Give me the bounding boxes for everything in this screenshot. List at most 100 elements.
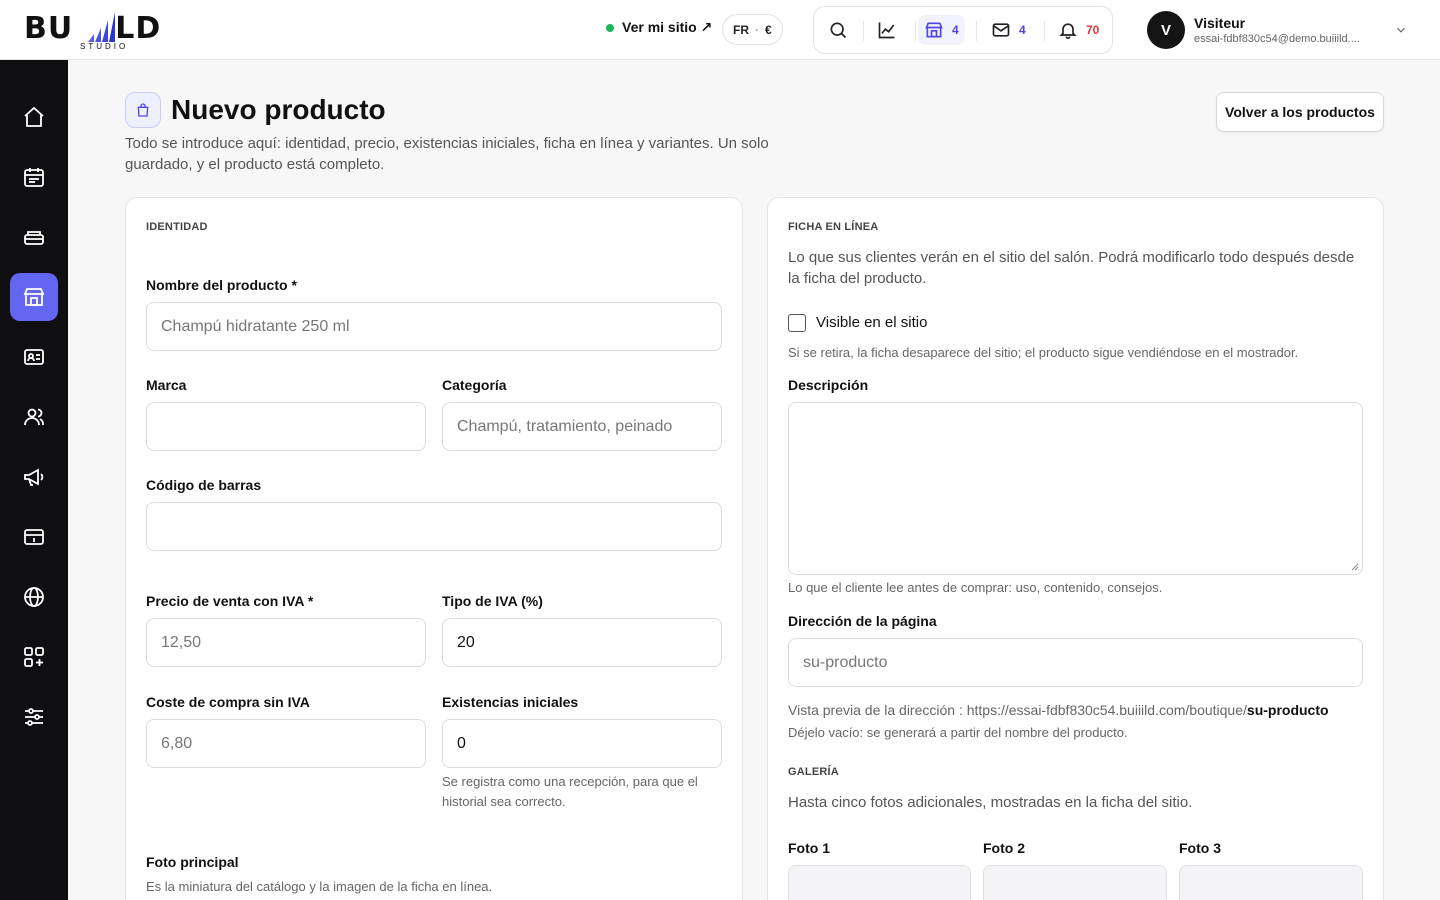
identity-card: IDENTIDAD Nombre del producto * Champú h… (125, 197, 743, 900)
stats-button[interactable] (877, 15, 897, 45)
visible-on-site-checkbox[interactable] (788, 314, 806, 332)
sale-price-input[interactable]: 12,50 (146, 618, 426, 667)
apps-icon (24, 647, 44, 667)
purchase-cost-label: Coste de compra sin IVA (146, 694, 310, 710)
visible-on-site-label[interactable]: Visible en el sitio (816, 314, 927, 331)
page-address-placeholder: su-producto (803, 653, 888, 671)
home-icon (24, 106, 44, 127)
currency-label: € (765, 22, 772, 37)
logo-bars-icon (88, 12, 115, 42)
address-preview-slug: su-producto (1246, 702, 1329, 718)
logo[interactable]: BU LD STUDIO (24, 8, 184, 52)
bell-icon (1059, 23, 1077, 40)
view-site-label: Ver mi sitio ↗ (622, 19, 713, 35)
description-textarea[interactable] (788, 402, 1363, 575)
chevron-down-icon[interactable] (1394, 23, 1408, 37)
category-input[interactable]: Champú, tratamiento, peinado (442, 402, 722, 451)
notifications-count-badge: 70 (1086, 23, 1100, 37)
initial-stock-value: 0 (457, 734, 466, 752)
user-name: Visiteur (1194, 15, 1246, 31)
chart-icon (878, 22, 895, 39)
users-icon (24, 408, 44, 426)
brand-label: Marca (146, 377, 187, 393)
mail-icon (992, 23, 1010, 37)
sale-price-placeholder: 12,50 (161, 633, 202, 651)
vat-rate-label: Tipo de IVA (%) (442, 593, 543, 609)
sale-price-label: Precio de venta con IVA * (146, 593, 314, 609)
section-title-gallery: GALERÍA (788, 766, 839, 778)
user-menu[interactable]: V Visiteur essai-fdbf830c54@demo.buiiild… (1147, 11, 1360, 49)
avatar: V (1147, 11, 1185, 49)
purchase-cost-input[interactable]: 6,80 (146, 719, 426, 768)
store-icon (23, 288, 45, 306)
sidebar-item-services[interactable] (10, 213, 58, 261)
vat-rate-value: 20 (457, 633, 475, 651)
resize-handle-icon[interactable] (1351, 563, 1359, 571)
address-preview: Vista previa de la dirección : https://e… (788, 700, 1378, 720)
sidebar-item-team[interactable] (10, 393, 58, 441)
toolbar: 4 4 70 (813, 6, 1113, 54)
product-name-label: Nombre del producto * (146, 277, 297, 293)
section-title-identity: IDENTIDAD (146, 221, 208, 233)
initial-stock-help: Se registra como una recepción, para que… (442, 774, 698, 809)
section-title-online-listing: FICHA EN LÍNEA (788, 221, 879, 233)
payment-icon (24, 529, 44, 545)
view-site-link[interactable]: Ver mi sitio ↗ (606, 19, 712, 36)
product-name-input[interactable]: Champú hidratante 250 ml (146, 302, 722, 351)
settings-sliders-icon (25, 708, 43, 726)
online-status-dot (606, 23, 614, 32)
sidebar (0, 60, 68, 900)
online-listing-card: FICHA EN LÍNEA Lo que sus clientes verán… (767, 197, 1384, 900)
page-address-help: Déjelo vacío: se generará a partir del n… (788, 725, 1128, 740)
barcode-input[interactable] (146, 502, 722, 551)
page-address-label: Dirección de la página (788, 613, 937, 629)
main-photo-label: Foto principal (146, 854, 239, 870)
page-address-input[interactable]: su-producto (788, 638, 1363, 687)
language-currency-selector[interactable]: FR · € (722, 14, 783, 45)
sidebar-item-clients[interactable] (10, 333, 58, 381)
calendar-icon (24, 168, 44, 187)
page-description: Todo se introduce aquí: identidad, preci… (125, 135, 769, 173)
page-title: Nuevo producto (171, 94, 386, 125)
separator: · (755, 22, 759, 37)
address-preview-prefix: Vista previa de la dirección : https://e… (788, 702, 1247, 718)
logo-subtitle: STUDIO (80, 42, 129, 51)
shopping-bag-icon (137, 103, 149, 117)
sidebar-item-calendar[interactable] (10, 153, 58, 201)
page-icon (125, 92, 161, 128)
globe-icon (24, 587, 44, 607)
gallery-help: Hasta cinco fotos adicionales, mostradas… (788, 794, 1193, 811)
sidebar-item-settings[interactable] (10, 693, 58, 741)
messages-button[interactable]: 4 (991, 15, 1026, 45)
gallery-photo-2-label: Foto 2 (983, 840, 1025, 856)
barcode-label: Código de barras (146, 477, 262, 493)
main-photo-help: Es la miniatura del catálogo y la imagen… (146, 879, 493, 894)
messages-count-badge: 4 (1019, 23, 1026, 37)
user-email: essai-fdbf830c54@demo.buiiild.... (1194, 33, 1360, 45)
sidebar-item-shop[interactable] (10, 273, 58, 321)
sidebar-item-apps[interactable] (10, 633, 58, 681)
sidebar-item-home[interactable] (10, 93, 58, 141)
notifications-button[interactable]: 70 (1058, 15, 1099, 45)
initial-stock-input[interactable]: 0 (442, 719, 722, 768)
stack-icon (24, 231, 44, 245)
shop-button[interactable]: 4 (918, 15, 965, 45)
search-button[interactable] (828, 15, 848, 45)
category-placeholder: Champú, tratamiento, peinado (457, 417, 673, 435)
description-label: Descripción (788, 377, 869, 393)
vat-rate-input[interactable]: 20 (442, 618, 722, 667)
sidebar-item-website[interactable] (10, 573, 58, 621)
search-icon (830, 22, 847, 39)
sidebar-item-marketing[interactable] (10, 453, 58, 501)
sidebar-item-payments[interactable] (10, 513, 58, 561)
product-name-placeholder: Champú hidratante 250 ml (161, 317, 350, 335)
gallery-photo-3-label: Foto 3 (1179, 840, 1221, 856)
back-to-products-button[interactable]: Volver a los productos (1216, 92, 1384, 132)
gallery-photo-2-dropzone[interactable] (983, 865, 1167, 900)
top-bar: BU LD STUDIO Ver mi sitio ↗ FR · € 4 4 7… (0, 0, 1440, 60)
brand-input[interactable] (146, 402, 426, 451)
megaphone-icon (24, 468, 44, 486)
gallery-photo-1-dropzone[interactable] (788, 865, 971, 900)
shop-count-badge: 4 (952, 23, 959, 37)
gallery-photo-3-dropzone[interactable] (1179, 865, 1363, 900)
